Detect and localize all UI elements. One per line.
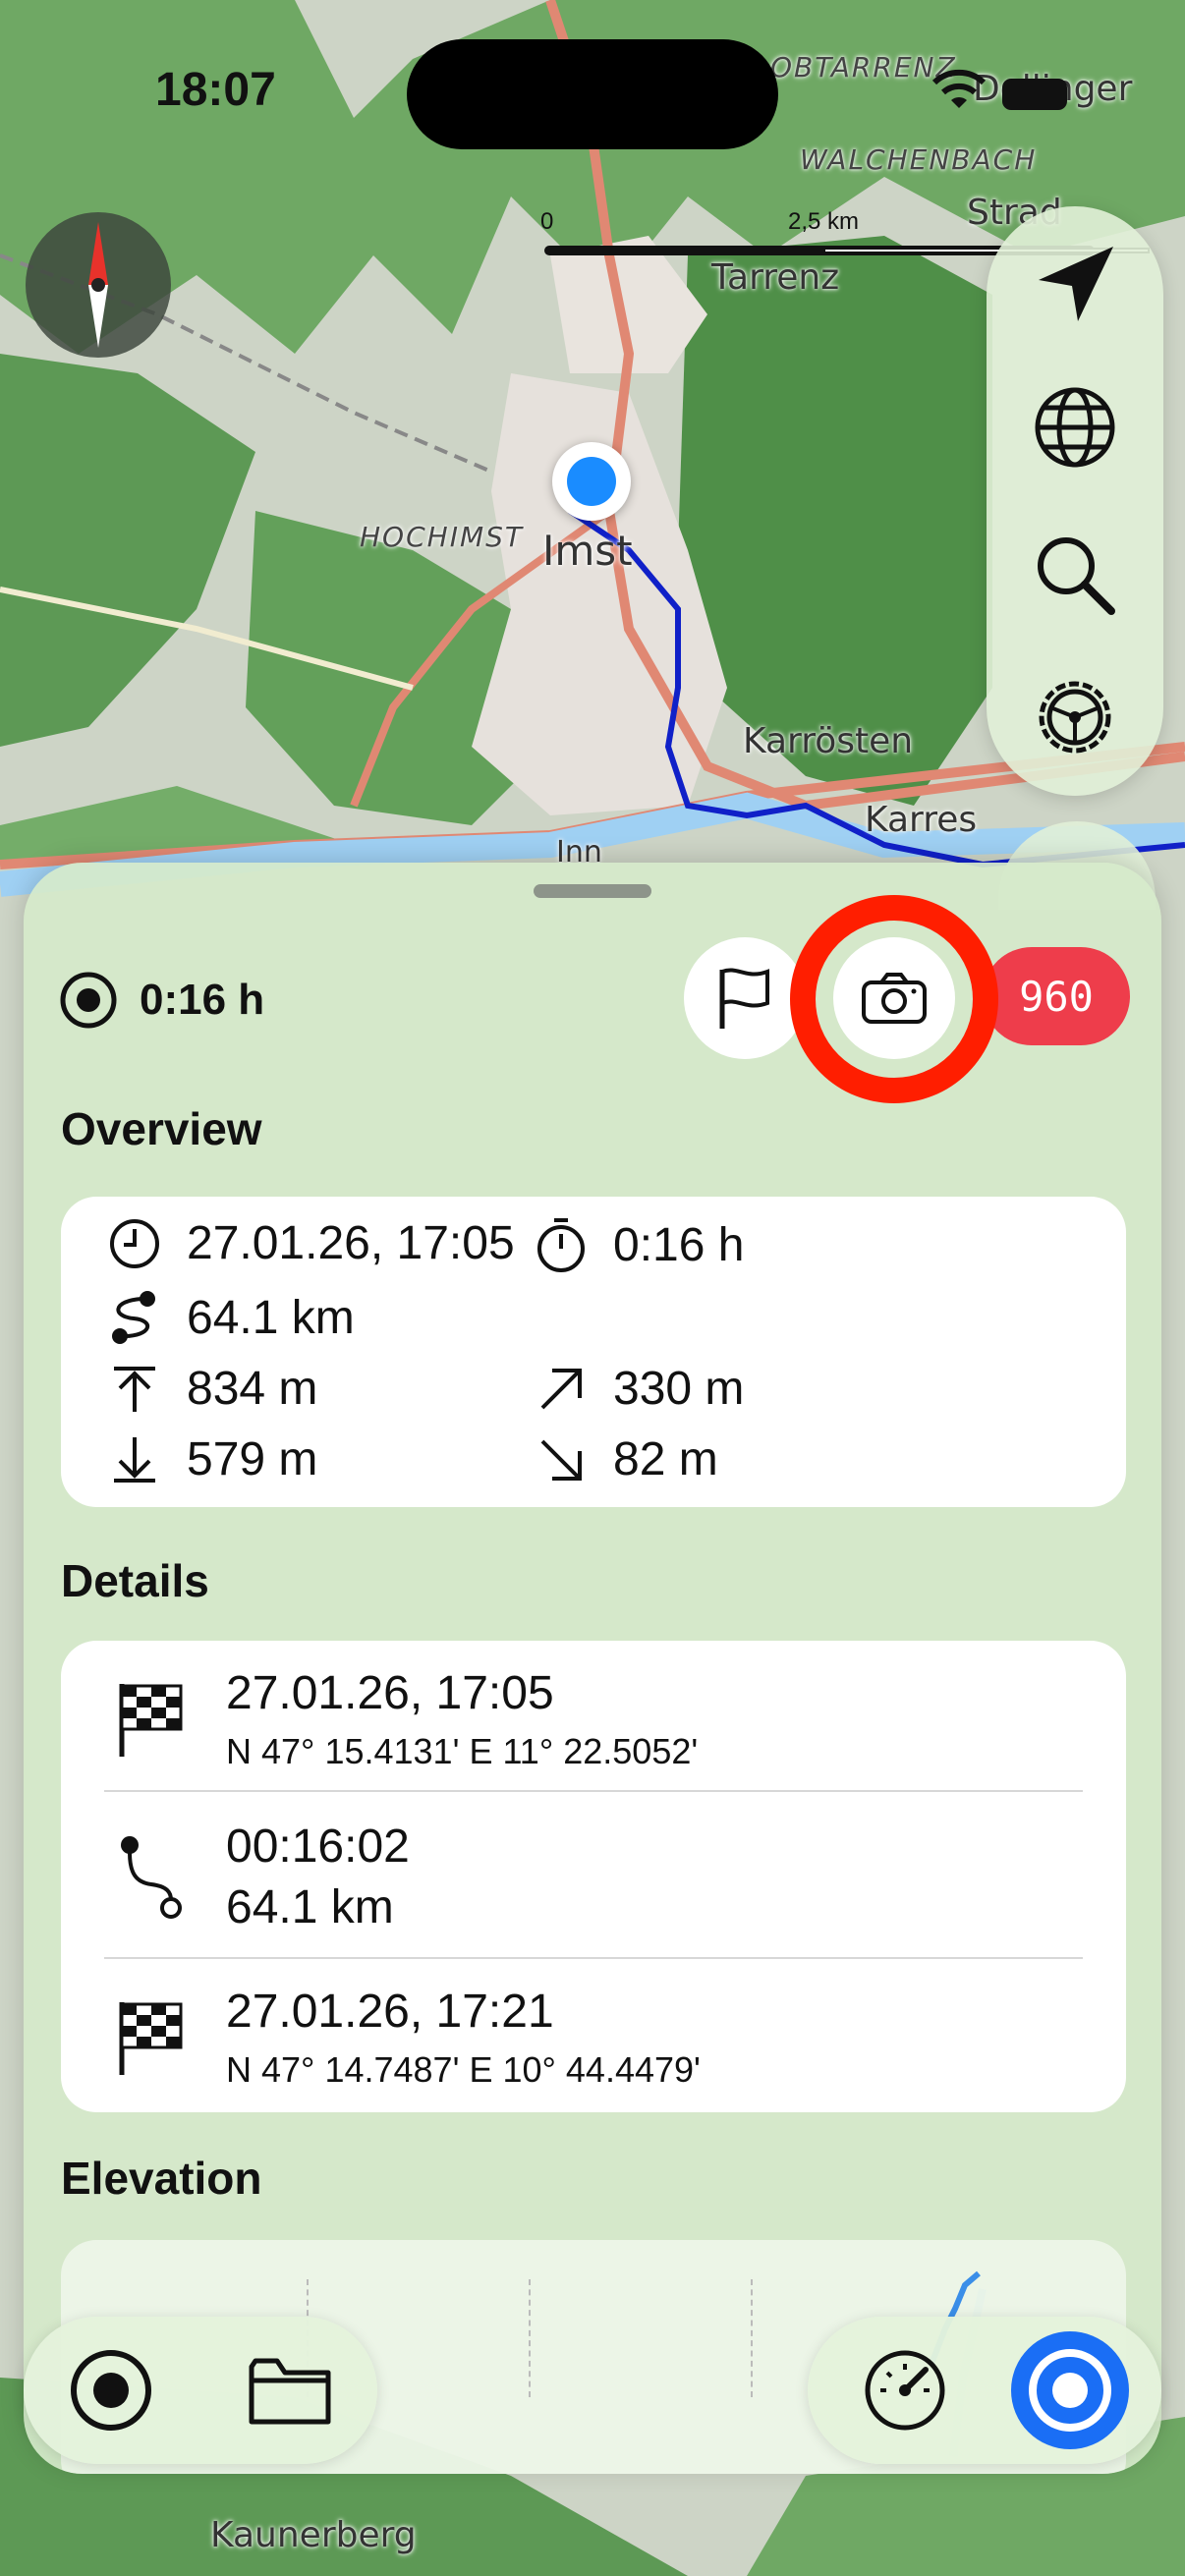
route-segment-icon bbox=[121, 1836, 182, 1919]
arrow-up-right-icon bbox=[540, 1368, 582, 1409]
details-end-datetime: 27.01.26, 17:21 bbox=[226, 1986, 554, 2038]
overview-distance: 64.1 km bbox=[108, 1289, 355, 1346]
overview-duration-value: 0:16 h bbox=[613, 1218, 745, 1271]
overview-min-elevation-value: 579 m bbox=[187, 1433, 318, 1485]
settings-wheel-icon bbox=[1039, 681, 1111, 754]
place-label: Karrösten bbox=[743, 721, 914, 761]
locate-button[interactable] bbox=[1026, 236, 1124, 334]
arrow-down-bar-icon bbox=[114, 1436, 155, 1483]
clock-icon bbox=[110, 1218, 159, 1268]
folder-icon bbox=[249, 2358, 331, 2425]
dynamic-island bbox=[407, 39, 778, 149]
bottom-bar-left bbox=[24, 2317, 377, 2464]
route-distance-icon bbox=[112, 1291, 155, 1344]
overview-min-elevation: 579 m bbox=[108, 1432, 317, 1486]
overview-ascent-value: 330 m bbox=[613, 1363, 745, 1415]
status-time: 18:07 bbox=[155, 64, 276, 116]
scale-start-label: 0 bbox=[540, 208, 554, 235]
record-icon bbox=[71, 2350, 151, 2431]
overview-title: Overview bbox=[61, 1103, 262, 1154]
record-indicator-icon bbox=[60, 972, 117, 1029]
map-controls-panel bbox=[987, 206, 1163, 796]
flag-icon bbox=[719, 968, 769, 1029]
elevation-title: Elevation bbox=[61, 2153, 262, 2204]
overview-distance-value: 64.1 km bbox=[187, 1291, 355, 1344]
recording-duration: 0:16 h bbox=[140, 976, 265, 1024]
place-label: WALCHENBACH bbox=[800, 143, 1038, 176]
wifi-icon bbox=[931, 69, 987, 108]
details-segment-duration: 00:16:02 bbox=[226, 1820, 410, 1873]
overview-start-time: 27.01.26, 17:05 bbox=[108, 1216, 515, 1270]
sheet-grabber[interactable] bbox=[534, 884, 651, 898]
settings-button[interactable] bbox=[1026, 668, 1124, 766]
compass-icon bbox=[88, 222, 108, 348]
search-button[interactable] bbox=[1026, 526, 1124, 624]
compass-button[interactable] bbox=[26, 212, 171, 358]
details-start-coords: N 47° 15.4131' E 11° 22.5052' bbox=[226, 1731, 699, 1771]
scale-mid-label: 2,5 km bbox=[788, 208, 860, 235]
details-end-coords: N 47° 14.7487' E 10° 44.4479' bbox=[226, 2049, 701, 2090]
waypoint-flag-button[interactable] bbox=[684, 937, 806, 1059]
elevation-grid-line bbox=[529, 2279, 531, 2397]
details-segment-distance: 64.1 km bbox=[226, 1881, 394, 1933]
details-end-row[interactable]: 27.01.26, 17:21 N 47° 14.7487' E 10° 44.… bbox=[61, 1959, 1126, 2116]
details-segment-row[interactable]: 00:16:02 64.1 km bbox=[61, 1794, 1126, 1951]
speedometer-button[interactable] bbox=[851, 2336, 959, 2444]
tracking-active-icon bbox=[1011, 2331, 1129, 2449]
overview-descent: 82 m bbox=[535, 1432, 718, 1486]
divider bbox=[104, 1790, 1083, 1792]
battery-icon bbox=[1002, 79, 1067, 110]
tracks-folder-button[interactable] bbox=[236, 2336, 344, 2444]
place-label: Kaunerberg bbox=[210, 2515, 417, 2555]
record-button[interactable] bbox=[57, 2336, 165, 2444]
track-sheet: 0:16 h 960 Overview 27.01.26, 17:05 0:16… bbox=[24, 863, 1161, 2474]
place-label: Imst bbox=[542, 527, 633, 575]
overview-ascent: 330 m bbox=[535, 1362, 744, 1416]
overview-duration: 0:16 h bbox=[535, 1216, 744, 1273]
stopwatch-icon bbox=[537, 1218, 585, 1272]
recording-status: 0:16 h bbox=[59, 971, 264, 1030]
arrow-up-bar-icon bbox=[114, 1366, 155, 1412]
details-start-datetime: 27.01.26, 17:05 bbox=[226, 1667, 554, 1719]
current-location-dot bbox=[567, 457, 616, 506]
place-label: Karres bbox=[865, 800, 978, 840]
speedometer-icon bbox=[865, 2350, 945, 2431]
details-card: 27.01.26, 17:05 N 47° 15.4131' E 11° 22.… bbox=[61, 1641, 1126, 2112]
overview-descent-value: 82 m bbox=[613, 1433, 718, 1485]
elevation-grid-line bbox=[751, 2279, 753, 2397]
arrow-down-right-icon bbox=[540, 1439, 582, 1481]
annotation-highlight-ring bbox=[790, 895, 998, 1103]
search-icon bbox=[1038, 537, 1115, 615]
overview-start-value: 27.01.26, 17:05 bbox=[187, 1217, 515, 1269]
bottom-bar-right bbox=[808, 2317, 1161, 2464]
checkered-flag-icon bbox=[119, 2002, 183, 2075]
overview-max-elevation-value: 834 m bbox=[187, 1363, 318, 1415]
details-title: Details bbox=[61, 1555, 209, 1606]
overview-card: 27.01.26, 17:05 0:16 h 64.1 km 834 m 330… bbox=[61, 1197, 1126, 1507]
overview-max-elevation: 834 m bbox=[108, 1362, 317, 1416]
checkered-flag-icon bbox=[119, 1684, 183, 1757]
location-arrow-icon bbox=[1039, 247, 1113, 321]
tracking-mode-button[interactable] bbox=[1010, 2330, 1130, 2450]
globe-icon bbox=[1035, 387, 1115, 468]
photo-count-badge[interactable]: 960 bbox=[983, 947, 1130, 1045]
map-layers-button[interactable] bbox=[1026, 378, 1124, 476]
details-start-row[interactable]: 27.01.26, 17:05 N 47° 15.4131' E 11° 22.… bbox=[61, 1641, 1126, 1798]
place-label: HOCHIMST bbox=[360, 521, 524, 553]
